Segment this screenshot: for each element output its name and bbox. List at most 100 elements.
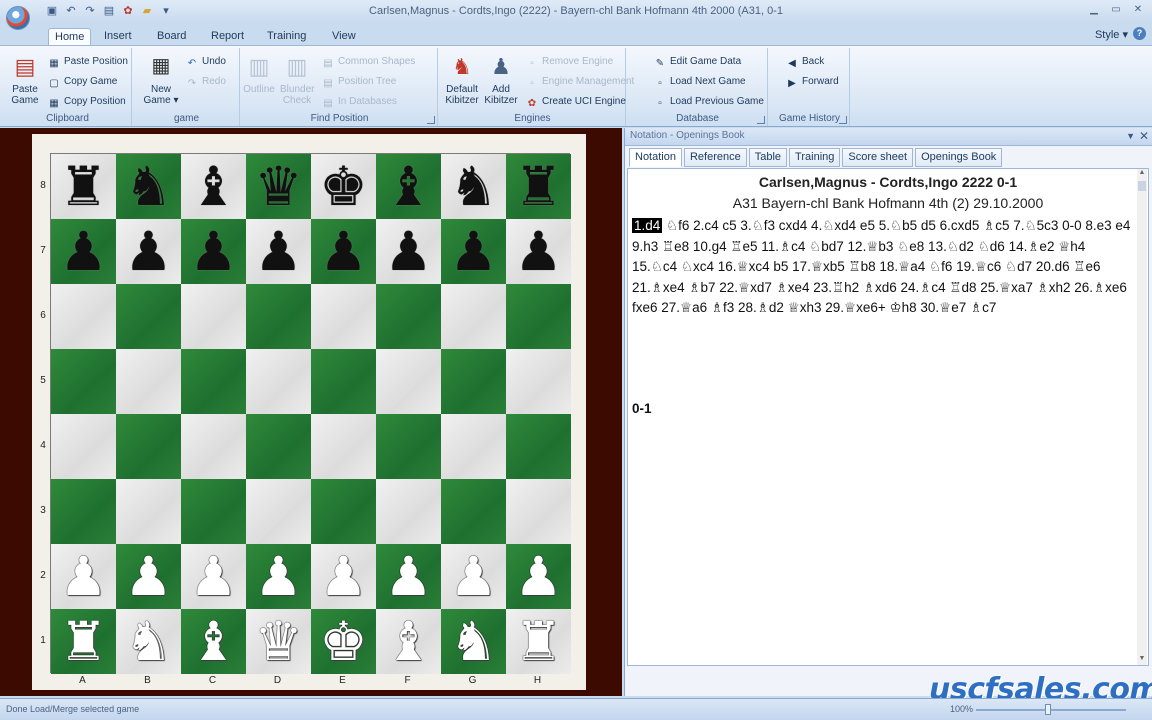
square-e2[interactable]: ♟ <box>311 544 376 609</box>
square-f4[interactable] <box>376 414 441 479</box>
square-d8[interactable]: ♛ <box>246 154 311 219</box>
add-kibitzer-button[interactable]: ♟ Add Kibitzer <box>482 52 520 106</box>
square-c5[interactable] <box>181 349 246 414</box>
white-bishop-icon[interactable]: ♝ <box>384 615 432 669</box>
square-g5[interactable] <box>441 349 506 414</box>
square-c2[interactable]: ♟ <box>181 544 246 609</box>
square-e3[interactable] <box>311 479 376 544</box>
square-c6[interactable] <box>181 284 246 349</box>
black-pawn-icon[interactable]: ♟ <box>59 225 107 279</box>
square-f7[interactable]: ♟ <box>376 219 441 284</box>
square-a6[interactable] <box>51 284 116 349</box>
pane-close-icon[interactable]: ✕ <box>1139 129 1149 143</box>
black-pawn-icon[interactable]: ♟ <box>384 225 432 279</box>
square-c4[interactable] <box>181 414 246 479</box>
square-h7[interactable]: ♟ <box>506 219 571 284</box>
square-b2[interactable]: ♟ <box>116 544 181 609</box>
minimize-icon[interactable]: ▁ <box>1084 2 1104 18</box>
square-b8[interactable]: ♞ <box>116 154 181 219</box>
white-pawn-icon[interactable]: ♟ <box>189 550 237 604</box>
white-king-icon[interactable]: ♚ <box>319 615 367 669</box>
black-pawn-icon[interactable]: ♟ <box>319 225 367 279</box>
square-b7[interactable]: ♟ <box>116 219 181 284</box>
move-text[interactable]: ♘f6 2.c4 c5 3.♘f3 cxd4 4.♘xd4 e5 5.♘b5 d… <box>632 218 1130 315</box>
black-pawn-icon[interactable]: ♟ <box>254 225 302 279</box>
notation-view[interactable]: Carlsen,Magnus - Cordts,Ingo 2222 0-1 A3… <box>627 168 1149 666</box>
maximize-icon[interactable]: ▭ <box>1106 2 1126 18</box>
find-position-button-3[interactable]: ▤ In Databases <box>322 94 397 110</box>
square-f5[interactable] <box>376 349 441 414</box>
paste-position-button[interactable]: ▦ Paste Position <box>48 54 128 70</box>
black-bishop-icon[interactable]: ♝ <box>189 160 237 214</box>
square-a1[interactable]: ♜ <box>51 609 116 674</box>
square-e6[interactable] <box>311 284 376 349</box>
square-d7[interactable]: ♟ <box>246 219 311 284</box>
square-b1[interactable]: ♞ <box>116 609 181 674</box>
square-h4[interactable] <box>506 414 571 479</box>
square-e4[interactable] <box>311 414 376 479</box>
edit-game-data-button[interactable]: ✎ Edit Game Data <box>654 54 741 70</box>
black-rook-icon[interactable]: ♜ <box>514 160 562 214</box>
close-icon[interactable]: ✕ <box>1128 2 1148 18</box>
scrollbar-thumb[interactable] <box>1138 181 1146 191</box>
square-a7[interactable]: ♟ <box>51 219 116 284</box>
new-game-button[interactable]: ▦ New Game ▾ <box>140 52 182 107</box>
zoom-slider-thumb[interactable] <box>1045 704 1051 715</box>
square-d6[interactable] <box>246 284 311 349</box>
square-c7[interactable]: ♟ <box>181 219 246 284</box>
square-f3[interactable] <box>376 479 441 544</box>
move-list[interactable]: 1.d4 ♘f6 2.c4 c5 3.♘f3 cxd4 4.♘xd4 e5 5.… <box>632 216 1132 319</box>
square-a5[interactable] <box>51 349 116 414</box>
outline-button[interactable]: ▥ Outline <box>242 52 276 95</box>
tab-openings-book[interactable]: Openings Book <box>915 148 1003 167</box>
create-uci-engine-button[interactable]: ✿ Create UCI Engine <box>526 94 626 110</box>
tab-training[interactable]: Training <box>261 28 312 46</box>
square-h2[interactable]: ♟ <box>506 544 571 609</box>
white-bishop-icon[interactable]: ♝ <box>189 615 237 669</box>
white-queen-icon[interactable]: ♛ <box>254 615 302 669</box>
tab-notation[interactable]: Notation <box>629 148 682 167</box>
square-d5[interactable] <box>246 349 311 414</box>
load-next-game-button[interactable]: ▫ Load Next Game <box>654 74 745 90</box>
black-pawn-icon[interactable]: ♟ <box>449 225 497 279</box>
default-kibitzer-button[interactable]: ♞ Default Kibitzer <box>442 52 482 106</box>
tab-training[interactable]: Training <box>789 148 841 167</box>
square-c8[interactable]: ♝ <box>181 154 246 219</box>
square-g8[interactable]: ♞ <box>441 154 506 219</box>
scroll-up-icon[interactable]: ▲ <box>1137 169 1147 179</box>
database-launcher-icon[interactable] <box>757 116 765 124</box>
tab-report[interactable]: Report <box>205 28 250 46</box>
square-g4[interactable] <box>441 414 506 479</box>
square-h3[interactable] <box>506 479 571 544</box>
copy-game-button[interactable]: ▢ Copy Game <box>48 74 117 90</box>
back-button[interactable]: ◀ Back <box>786 54 824 70</box>
square-e5[interactable] <box>311 349 376 414</box>
white-knight-icon[interactable]: ♞ <box>124 615 172 669</box>
square-g7[interactable]: ♟ <box>441 219 506 284</box>
help-icon[interactable]: ? <box>1133 27 1146 40</box>
square-g2[interactable]: ♟ <box>441 544 506 609</box>
remove-engine-button[interactable]: ▫ Remove Engine <box>526 54 613 70</box>
black-knight-icon[interactable]: ♞ <box>124 160 172 214</box>
black-king-icon[interactable]: ♚ <box>319 160 367 214</box>
current-move[interactable]: 1.d4 <box>632 218 663 233</box>
square-g3[interactable] <box>441 479 506 544</box>
find-position-launcher-icon[interactable] <box>427 116 435 124</box>
white-pawn-icon[interactable]: ♟ <box>319 550 367 604</box>
square-h1[interactable]: ♜ <box>506 609 571 674</box>
square-a2[interactable]: ♟ <box>51 544 116 609</box>
square-c1[interactable]: ♝ <box>181 609 246 674</box>
style-menu[interactable]: Style ▾ <box>1095 28 1128 41</box>
square-b4[interactable] <box>116 414 181 479</box>
square-a8[interactable]: ♜ <box>51 154 116 219</box>
square-f1[interactable]: ♝ <box>376 609 441 674</box>
copy-position-button[interactable]: ▦ Copy Position <box>48 94 125 110</box>
square-d2[interactable]: ♟ <box>246 544 311 609</box>
forward-button[interactable]: ▶ Forward <box>786 74 839 90</box>
black-queen-icon[interactable]: ♛ <box>254 160 302 214</box>
square-e7[interactable]: ♟ <box>311 219 376 284</box>
tab-insert[interactable]: Insert <box>98 28 138 46</box>
scroll-down-icon[interactable]: ▼ <box>1137 655 1147 665</box>
square-h6[interactable] <box>506 284 571 349</box>
square-b5[interactable] <box>116 349 181 414</box>
